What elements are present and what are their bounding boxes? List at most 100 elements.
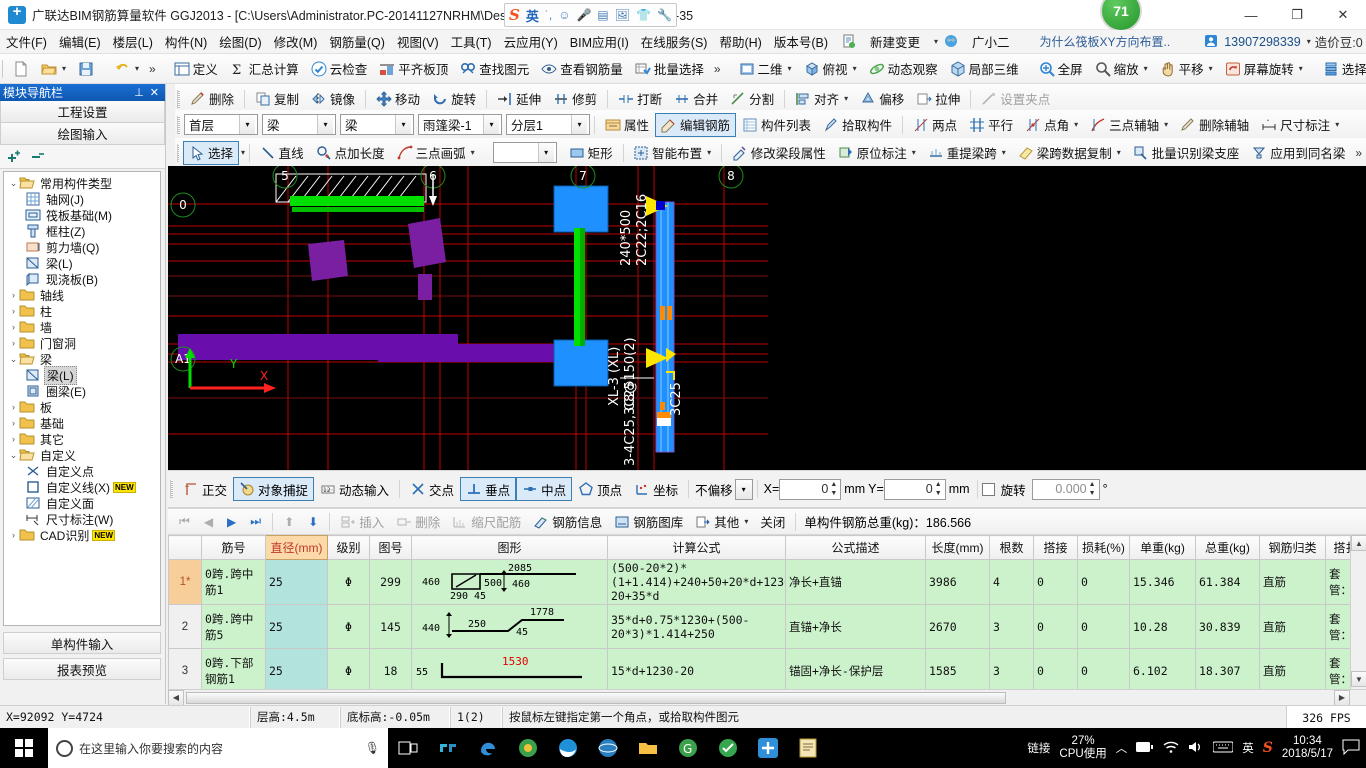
- tree-node-10[interactable]: › 门窗洞: [4, 335, 160, 351]
- x-spinner[interactable]: ▲ ▼: [828, 481, 839, 498]
- last-record-button[interactable]: ⏭: [243, 514, 268, 529]
- cell-figno[interactable]: 299: [369, 559, 412, 605]
- table-row[interactable]: 1* 0跨.跨中筋1 25 Φ 299 460 2085 500 460 290 45 (500-20…: [168, 559, 1366, 605]
- delete-axis-button[interactable]: 删除辅轴: [1174, 113, 1255, 137]
- delete-row-button[interactable]: 删除: [390, 510, 446, 534]
- tab-drawing-input[interactable]: 绘图输入: [0, 123, 165, 145]
- column-header-grade[interactable]: 级别: [327, 535, 370, 560]
- tree-expand-chevron-right-icon[interactable]: ›: [8, 402, 19, 412]
- cell-count[interactable]: 4: [989, 559, 1034, 605]
- rectangle-button[interactable]: 矩形: [563, 141, 619, 165]
- close-grid-button[interactable]: 关闭: [754, 510, 791, 534]
- align-slab-top-button[interactable]: 平齐板顶: [373, 57, 454, 81]
- three-point-axis-chevron-down-icon[interactable]: ▾: [1164, 120, 1168, 129]
- other-chevron-down-icon[interactable]: ▾: [744, 517, 748, 526]
- cell-count[interactable]: 3: [989, 648, 1034, 690]
- span-data-copy-chevron-down-icon[interactable]: ▾: [1117, 148, 1121, 157]
- tab-project-settings[interactable]: 工程设置: [0, 101, 165, 123]
- column-header-loss[interactable]: 损耗(%): [1077, 535, 1130, 560]
- pan-chevron-down-icon[interactable]: ▾: [1209, 64, 1213, 73]
- cell-formula[interactable]: (500-20*2)*(1+1.414)+240+50+20*d+1230-20…: [607, 559, 786, 605]
- cell-rownum[interactable]: 2: [168, 604, 202, 649]
- cell-shape[interactable]: 440 250 1778 45: [411, 604, 608, 649]
- pan-button[interactable]: 平移 ▾: [1154, 57, 1219, 81]
- cell-class[interactable]: 直筋: [1259, 648, 1326, 690]
- menu-online-service[interactable]: 在线服务(S): [635, 30, 714, 53]
- toolbar-split-overflow-icon[interactable]: »: [710, 62, 725, 76]
- rotate-input[interactable]: 0.000 ▲ ▼: [1031, 478, 1100, 500]
- align-chevron-down-icon[interactable]: ▾: [844, 94, 848, 103]
- apply-same-name-button[interactable]: 应用到同名梁: [1245, 141, 1351, 165]
- layer-combo-chevron-down-icon[interactable]: ▾: [571, 115, 587, 134]
- other-menu-button[interactable]: 其他 ▾: [689, 510, 754, 534]
- offset-button[interactable]: 偏移: [854, 87, 910, 111]
- maximize-button[interactable]: ❐: [1274, 0, 1320, 30]
- column-header-formula[interactable]: 计算公式: [607, 535, 786, 560]
- y-spinner[interactable]: ▲ ▼: [933, 481, 944, 498]
- snapbar-grip[interactable]: [170, 480, 173, 498]
- properties-button[interactable]: 属性: [599, 113, 655, 137]
- tree-node-20[interactable]: 自定义面: [4, 495, 160, 511]
- define-button[interactable]: 定义: [168, 57, 224, 81]
- grid-horizontal-scrollbar[interactable]: ◀ ▶: [168, 689, 1366, 706]
- cell-grade[interactable]: Φ: [327, 648, 370, 690]
- grid-vertical-scrollbar[interactable]: ▲ ▼: [1350, 535, 1366, 690]
- next-record-button[interactable]: ▶: [220, 515, 243, 529]
- cell-name[interactable]: 0跨.跨中筋5: [201, 604, 266, 649]
- cell-loss[interactable]: 0: [1077, 559, 1130, 605]
- ortho-toggle[interactable]: 正交: [177, 477, 233, 501]
- rebar-table[interactable]: 筋号 直径(mm) 级别 图号 图形 计算公式 公式描述 长度(mm) 根数 搭接 损耗(%) 单重(…: [168, 535, 1366, 690]
- grid-hscroll-thumb[interactable]: [186, 692, 1006, 704]
- cell-lap[interactable]: 0: [1033, 648, 1078, 690]
- coordinate-snap-toggle[interactable]: 坐标: [628, 477, 684, 501]
- layer-combo[interactable]: 分层1 ▾: [506, 114, 590, 135]
- top-view-button[interactable]: 俯视 ▾: [798, 57, 863, 81]
- undo-chevron-down-icon[interactable]: ▾: [135, 64, 139, 73]
- column-header-unitw[interactable]: 单重(kg): [1129, 535, 1196, 560]
- smart-layout-chevron-down-icon[interactable]: ▾: [707, 148, 711, 157]
- draw-toolbar-grip[interactable]: [177, 143, 180, 162]
- draw-mode-combo[interactable]: ▾: [492, 142, 557, 163]
- taskbar-app-g-icon[interactable]: G: [668, 728, 708, 768]
- ad-banner-text[interactable]: 为什么筏板XY方向布置..: [1040, 33, 1171, 50]
- beans-balance[interactable]: 造价豆:0: [1315, 32, 1363, 51]
- cell-name[interactable]: 0跨.下部钢筋1: [201, 648, 266, 690]
- menu-edit[interactable]: 编辑(E): [53, 30, 107, 53]
- move-button[interactable]: 移动: [370, 87, 426, 111]
- cell-lap[interactable]: 0: [1033, 559, 1078, 605]
- first-record-button[interactable]: ⏮: [172, 514, 197, 529]
- point-length-button[interactable]: 点加长度: [310, 141, 391, 165]
- column-header-lap[interactable]: 搭接: [1033, 535, 1078, 560]
- tree-node-15[interactable]: › 基础: [4, 415, 160, 431]
- tree-node-18[interactable]: 自定义点: [4, 463, 160, 479]
- pick-component-button[interactable]: 拾取构件: [817, 113, 898, 137]
- pin-icon[interactable]: ⊥: [131, 86, 147, 99]
- column-header-class[interactable]: 钢筋归类: [1259, 535, 1326, 560]
- tree-node-4[interactable]: 剪力墙(Q): [4, 239, 160, 255]
- column-header-figno[interactable]: 图号: [369, 535, 412, 560]
- column-header-totalw[interactable]: 总重(kg): [1195, 535, 1260, 560]
- ime-skin-icon[interactable]: 👕: [636, 8, 651, 22]
- cell-totalw[interactable]: 61.384: [1195, 559, 1260, 605]
- category-combo[interactable]: 梁 ▾: [262, 114, 336, 135]
- column-header-name[interactable]: 筋号: [201, 535, 266, 560]
- batch-select-button[interactable]: 批量选择: [629, 57, 710, 81]
- screen-rotate-button[interactable]: 屏幕旋转 ▾: [1219, 57, 1309, 81]
- view-rebar-qty-button[interactable]: 查看钢筋量: [535, 57, 629, 81]
- cell-loss[interactable]: 0: [1077, 604, 1130, 649]
- single-component-input-button[interactable]: 单构件输入: [3, 632, 161, 654]
- cell-rownum[interactable]: 3: [168, 648, 202, 690]
- cpu-usage-indicator[interactable]: 27% CPU使用: [1059, 735, 1106, 761]
- cell-totalw[interactable]: 18.307: [1195, 648, 1260, 690]
- y-input[interactable]: 0 ▲ ▼: [883, 478, 946, 500]
- stretch-button[interactable]: 拉伸: [910, 87, 966, 111]
- menu-modify[interactable]: 修改(M): [268, 30, 324, 53]
- line-button[interactable]: 直线: [254, 141, 310, 165]
- cell-desc[interactable]: 净长+直锚: [785, 559, 926, 605]
- close-icon[interactable]: ✕: [147, 86, 162, 99]
- tree-node-8[interactable]: › 柱: [4, 303, 160, 319]
- menu-bim-app[interactable]: BIM应用(I): [564, 30, 635, 53]
- edit-toolbar-grip[interactable]: [177, 89, 180, 108]
- menu-component[interactable]: 构件(N): [159, 30, 213, 53]
- in-situ-label-button[interactable]: 原位标注 ▾: [832, 141, 922, 165]
